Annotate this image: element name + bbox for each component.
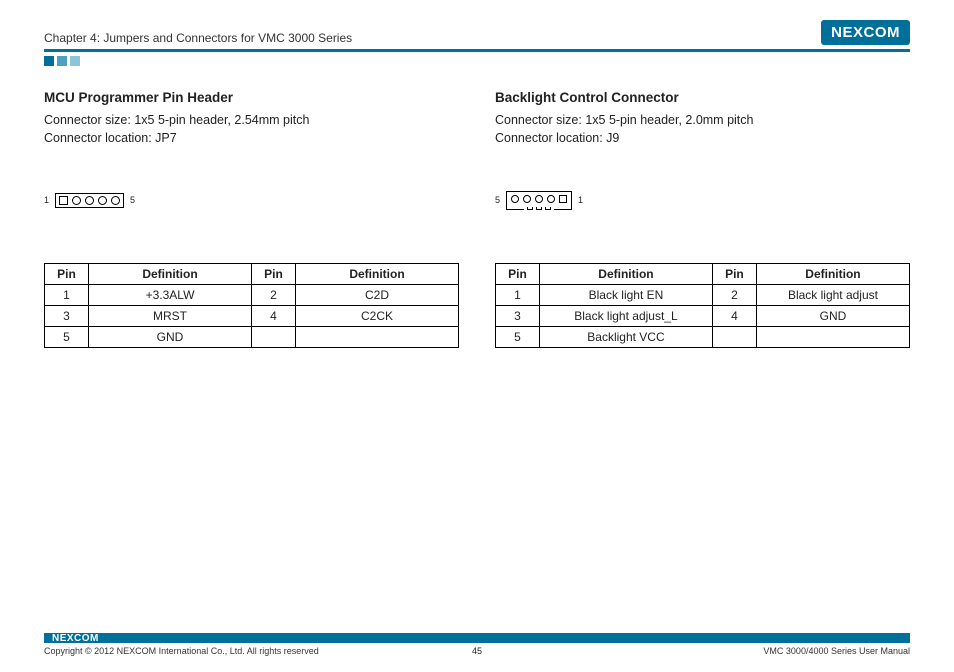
pin5-label: 5 — [130, 195, 135, 205]
decor-squares — [44, 56, 910, 66]
th-def: Definition — [89, 264, 252, 285]
page-number: 45 — [44, 646, 910, 656]
right-title: Backlight Control Connector — [495, 90, 910, 105]
th-def: Definition — [756, 264, 909, 285]
left-pin-table: Pin Definition Pin Definition 1+3.3ALW 2… — [44, 263, 459, 348]
pin1-label: 1 — [578, 195, 583, 205]
left-title: MCU Programmer Pin Header — [44, 90, 459, 105]
chapter-title: Chapter 4: Jumpers and Connectors for VM… — [44, 31, 352, 45]
table-row: 3MRST 4C2CK — [45, 306, 459, 327]
th-def: Definition — [296, 264, 459, 285]
table-row: 1+3.3ALW 2C2D — [45, 285, 459, 306]
footer-logo: NEXCOM — [52, 633, 99, 644]
right-section: Backlight Control Connector Connector si… — [495, 90, 910, 348]
table-row: 5GND — [45, 327, 459, 348]
th-def: Definition — [540, 264, 713, 285]
left-connector-diagram: 1 5 — [44, 185, 459, 215]
left-desc: Connector size: 1x5 5-pin header, 2.54mm… — [44, 111, 459, 147]
connector-jp7-icon — [55, 193, 124, 208]
left-section: MCU Programmer Pin Header Connector size… — [44, 90, 459, 348]
pin1-label: 1 — [44, 195, 49, 205]
th-pin: Pin — [496, 264, 540, 285]
page-footer: NEXCOM 45 Copyright © 2012 NEXCOM Intern… — [44, 633, 910, 656]
brand-logo: NEXCOM — [821, 20, 910, 45]
table-row: 5Backlight VCC — [496, 327, 910, 348]
connector-j9-icon — [506, 191, 572, 210]
th-pin: Pin — [712, 264, 756, 285]
pin5-label: 5 — [495, 195, 500, 205]
header-rule — [44, 49, 910, 52]
th-pin: Pin — [45, 264, 89, 285]
table-row: 3Black light adjust_L 4GND — [496, 306, 910, 327]
right-connector-diagram: 5 — [495, 185, 910, 215]
th-pin: Pin — [252, 264, 296, 285]
right-desc: Connector size: 1x5 5-pin header, 2.0mm … — [495, 111, 910, 147]
table-row: 1Black light EN 2Black light adjust — [496, 285, 910, 306]
right-pin-table: Pin Definition Pin Definition 1Black lig… — [495, 263, 910, 348]
